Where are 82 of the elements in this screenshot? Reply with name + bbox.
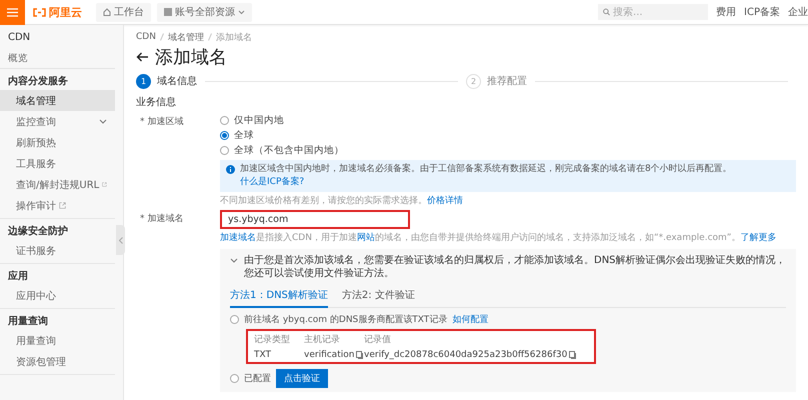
header-link[interactable]: ICP备案	[744, 5, 780, 19]
sidebar-title: CDN	[7, 31, 32, 45]
price-link[interactable]: 价格详情	[427, 196, 463, 206]
header-link[interactable]: 费用	[716, 5, 736, 19]
sidebar-item[interactable]: 资源包管理	[0, 351, 115, 372]
sidebar-item[interactable]: 监控查询	[0, 111, 115, 132]
info-icon	[226, 165, 235, 174]
collapse-handle[interactable]	[116, 225, 125, 255]
menu-icon	[7, 8, 18, 16]
sidebar-heading: 用量查询	[7, 314, 49, 329]
hint-text: 加速域名是指接入CDN，用于加速网站的域名，由您自带并提供给终端用户访问的域名，支持添加泛域名，如“*.example.com”。了解更多	[220, 232, 778, 244]
step-number: 2	[466, 74, 481, 88]
section-title: 业务信息	[136, 96, 177, 109]
chevron-left-icon	[118, 236, 122, 244]
header-link[interactable]: 企业	[788, 5, 808, 19]
breadcrumb-link[interactable]: 域名管理	[168, 30, 204, 44]
resource-scope-dropdown[interactable]: 账号全部资源	[157, 2, 252, 22]
hint-link[interactable]: 网站	[356, 233, 375, 243]
radio-option[interactable]: 全球（不包含中国内地）	[220, 143, 796, 158]
sidebar-heading: 应用	[7, 269, 29, 284]
sidebar-item[interactable]: 概览	[0, 48, 115, 69]
separator-icon	[208, 33, 212, 41]
sidebar-item[interactable]: 证书服务	[0, 240, 115, 261]
sidebar-item[interactable]: 用量查询	[0, 330, 115, 351]
field-label: * 加速区域	[139, 116, 184, 129]
option-text: 前往域名 ybyq.com 的DNS服务商配置该TXT记录	[244, 314, 448, 326]
radio-icon[interactable]	[230, 315, 239, 324]
table-cell: verify_dc20878c6040da925a23b0ff56286f30	[364, 350, 588, 360]
radio-option[interactable]: 全球	[220, 128, 796, 143]
external-link-icon	[102, 181, 107, 188]
sidebar-item[interactable]: 操作审计	[0, 195, 115, 216]
sidebar-item[interactable]: 查询/解封违规URL	[0, 174, 115, 195]
method-tab[interactable]: 方法2: 文件验证	[342, 286, 415, 308]
back-button[interactable]	[136, 52, 149, 62]
logo-text: 阿里云	[49, 4, 82, 20]
sidebar-item[interactable]: 域名管理	[0, 90, 115, 111]
step-label: 推荐配置	[487, 74, 527, 88]
hint-text: 不同加速区域价格有差别，请按您的实际需求选择。价格详情	[220, 195, 464, 207]
external-link-icon	[59, 202, 66, 209]
breadcrumb-link[interactable]: CDN	[136, 32, 156, 42]
copy-icon[interactable]	[569, 351, 576, 359]
field-label: * 加速域名	[139, 212, 184, 226]
home-icon	[103, 8, 111, 16]
verify-button[interactable]: 点击验证	[276, 369, 328, 388]
sidebar-item[interactable]: 工具服务	[0, 153, 115, 174]
table-cell-text: TXT	[254, 350, 272, 360]
search-input[interactable]: 搜索...	[613, 6, 704, 18]
logo-icon	[33, 8, 46, 16]
radio-icon[interactable]	[230, 374, 239, 383]
sidebar-heading: 内容分发服务	[7, 74, 69, 89]
breadcrumb-link[interactable]: 添加域名	[216, 30, 252, 44]
sidebar-item[interactable]: 应用中心	[0, 285, 115, 306]
search-box[interactable]: 搜索...	[598, 4, 708, 20]
column-header: 主机记录	[304, 334, 341, 346]
notice-text: 加速区域含中国内地时，加速域名必须备案。由于工信部备案系统有数据延迟，刚完成备案的域名请在8个小时以后再配置。 什么是ICP备案?	[240, 163, 733, 189]
copy-icon[interactable]	[356, 351, 364, 359]
radio-option[interactable]: 仅中国内地	[220, 113, 796, 128]
option-text: 已配置	[244, 372, 271, 385]
chevron-down-icon	[99, 119, 107, 124]
sidebar-item[interactable]: 刷新预热	[0, 132, 115, 153]
menu-button[interactable]	[0, 0, 25, 24]
sidebar-heading: 边缘安全防护	[7, 224, 69, 239]
column-header: 记录值	[364, 334, 392, 346]
column-header: 记录类型	[254, 334, 291, 346]
search-icon	[603, 8, 610, 16]
step-label: 域名信息	[157, 74, 197, 88]
icp-link[interactable]: 什么是ICP备案?	[240, 177, 304, 187]
separator-icon	[160, 33, 164, 41]
how-to-link[interactable]: 如何配置	[452, 313, 488, 326]
page-title: 添加域名	[155, 46, 227, 69]
back-arrow-icon	[136, 52, 149, 62]
hint-link[interactable]: 加速域名	[220, 233, 256, 243]
grid-icon	[164, 8, 172, 16]
chevron-icon[interactable]	[230, 258, 238, 263]
domain-input[interactable]: ys.ybyq.com	[220, 210, 410, 229]
hint-link[interactable]: 了解更多	[740, 233, 776, 243]
workbench-button[interactable]: 工作台	[96, 2, 151, 22]
table-cell: verification	[304, 350, 364, 360]
caret-icon	[238, 10, 245, 14]
verification-message: 由于您是首次添加该域名，您需要在验证该域名的归属权后，才能添加该域名。DNS解析验证偶尔会出现验证失败的情况，您还可以尝试使用文件验证方法。	[244, 254, 786, 280]
method-tab[interactable]: 方法1：DNS解析验证	[230, 286, 328, 308]
step-number: 1	[136, 74, 151, 88]
